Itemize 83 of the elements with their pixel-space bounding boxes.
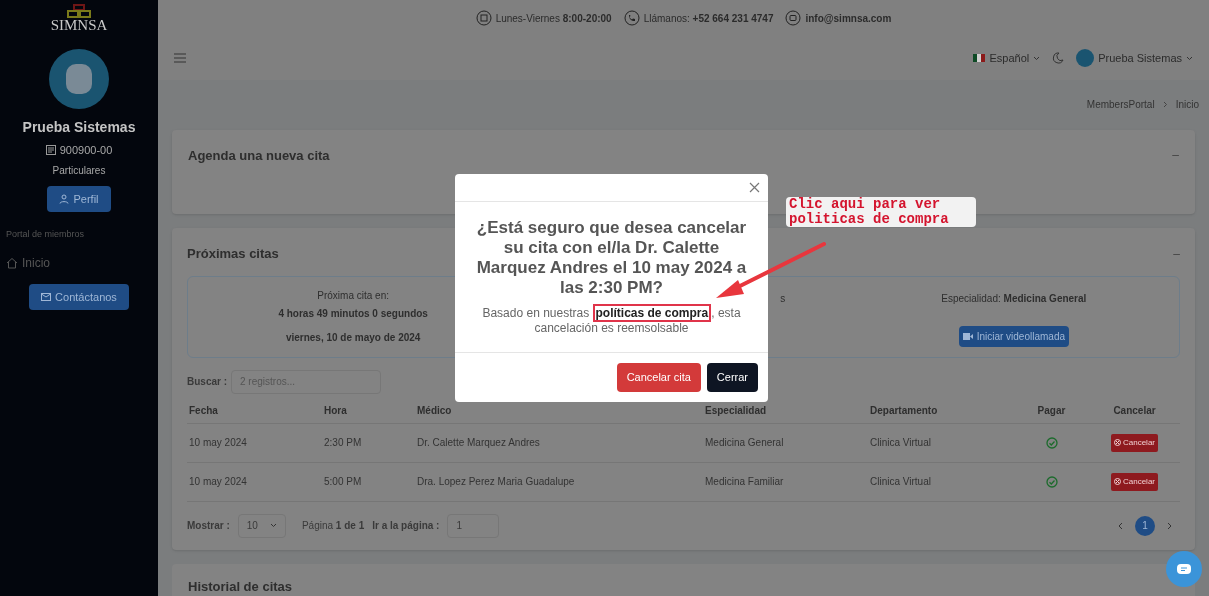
chevron-down-icon [269,523,277,528]
previous-page-icon[interactable] [1118,521,1123,530]
user-menu[interactable]: Prueba Sistemas [1076,49,1193,67]
table-cell-text: 2:30 PM [324,436,362,450]
user-name: Prueba Sistemas [22,118,136,137]
table-cell-text: Medicina General [705,436,784,450]
breadcrumb-link[interactable]: MembersPortal [1086,96,1155,112]
table-cell-text: 5:00 PM [324,475,362,489]
email-text: info@simnsa.com [805,11,892,26]
specialty-text: Especialidad: Medicina General [941,291,1087,306]
chat-button[interactable] [1166,551,1202,587]
page-size-label: Mostrar : [187,519,230,533]
menu-icon[interactable] [174,53,186,63]
column-header: Pagar [1037,403,1066,418]
member-id: 900900-00 [59,143,113,158]
annotation-text: Clic aqui para ver politicas de compra [786,197,976,227]
flag-icon [973,54,986,62]
profile-button[interactable]: Perfil [47,185,111,212]
go-to-page-field[interactable]: 1 [447,513,500,538]
appointment-date: viernes, 10 de mayo de 2024 [285,331,421,345]
calendar-icon [475,10,492,26]
cancel-circle-icon [1114,478,1121,485]
collapse-button[interactable]: – [1173,244,1180,264]
cancel-button[interactable]: Cancelar [1111,433,1158,452]
card-title: Agenda una nueva cita [188,147,330,165]
breadcrumb-current: Inicio [1175,97,1199,112]
dialog-message: Basado en nuestras políticas de compra , esta cancelación es reemsolsable [481,306,742,336]
table-cell-text: 10 may 2024 [189,436,247,450]
chat-icon [1176,563,1192,575]
mail-icon [785,10,802,26]
column-header: Especialidad [705,403,767,418]
language-selector[interactable]: Español [973,49,1041,67]
page-size-select[interactable]: 10 [237,513,286,538]
chevron-right-icon [1162,100,1168,108]
chevron-down-icon [1033,55,1041,61]
table-cell-text: Clinica Virtual [870,436,931,450]
sidebar-item[interactable]: Inicio [6,253,50,272]
table-cell-text: 10 may 2024 [189,475,247,489]
logo-mark-icon [66,4,92,18]
dialog-close-button[interactable]: Cerrar [706,363,758,392]
user-icon [59,193,70,204]
close-icon[interactable] [749,182,760,193]
table-cell-text: Medicina Familiar [705,475,784,489]
column-header: Departamento [870,403,938,418]
chevron-down-icon [1186,55,1193,61]
avatar-icon [49,49,109,109]
column-header: Hora [324,403,347,418]
avatar-icon [1076,49,1095,67]
countdown-text: 4 horas 49 minutos 0 segundos [278,307,428,321]
column-header: Fecha [189,403,218,418]
search-label: Buscar : [187,375,227,389]
table-cell-text: Dra. Lopez Perez Maria Guadalupe [417,475,575,489]
cancel-button[interactable]: Cancelar [1111,472,1158,491]
mail-icon [41,291,52,302]
column-header: Médico [417,403,452,418]
doctor-fragment: s [780,291,786,306]
logo-text: SIMNSA [50,18,108,33]
table-cell-text: Dr. Calette Marquez Andres [417,436,540,450]
moon-icon[interactable] [1052,52,1065,64]
confirm-cancel-button[interactable]: Cancelar cita [616,363,701,392]
collapse-button[interactable]: – [1172,146,1179,164]
section-label: Portal de miembros [6,228,85,241]
phone-icon [623,10,640,26]
page-info: Página 1 de 1 [301,519,365,533]
plan-label: Particulares [52,163,106,178]
contact-button[interactable]: Contáctanos [29,283,129,310]
policy-link[interactable]: políticas de compra [592,304,712,322]
go-to-page-label: Ir a la página : [372,519,440,533]
video-call-button[interactable]: Iniciar videollamada [958,325,1069,347]
card-title: Historial de citas [188,578,293,594]
id-card-icon [45,145,56,156]
card-title: Próximas citas [187,245,279,263]
phone-text: Llámanos: +52 664 231 4747 [643,11,774,26]
hours-text: Lunes-Viernes 8:00-20:00 [495,11,612,26]
page-button[interactable]: 1 [1135,515,1155,536]
column-header: Cancelar [1113,403,1156,418]
next-page-icon[interactable] [1167,521,1172,530]
dialog-title: ¿Está seguro que desea cancelar su cita con el/la Dr. Calette Marquez Andres el 10 may 2024 a las 2:30 PM? [475,218,748,298]
cancel-circle-icon [1114,439,1121,446]
countdown-label: Próxima cita en: [317,289,389,303]
table-cell-text: Clinica Virtual [870,475,931,489]
video-camera-icon [962,332,973,340]
home-icon [6,256,18,269]
